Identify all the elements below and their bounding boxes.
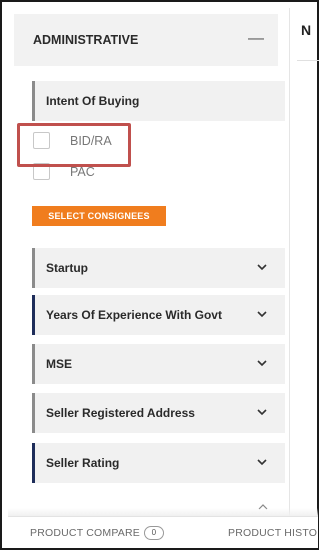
filter-label: Seller Registered Address (46, 406, 195, 420)
product-history-link[interactable]: PRODUCT HISTO (228, 517, 317, 549)
select-consignees-button[interactable]: SELECT CONSIGNEES (32, 206, 166, 226)
filter-years-of-experience[interactable]: Years Of Experience With Govt (32, 295, 285, 335)
intent-of-buying-label: Intent Of Buying (46, 94, 140, 108)
chevron-down-icon[interactable] (255, 356, 269, 370)
product-compare-link[interactable]: PRODUCT COMPARE 0 (30, 517, 164, 549)
product-history-label: PRODUCT HISTO (228, 527, 318, 539)
filter-startup[interactable]: Startup (32, 248, 285, 288)
chevron-down-icon[interactable] (255, 307, 269, 321)
annotation-highlight-box (17, 123, 131, 167)
filter-seller-registered-address[interactable]: Seller Registered Address (32, 393, 285, 433)
collapse-minus-icon[interactable]: — (248, 14, 264, 64)
filter-label: Years Of Experience With Govt (46, 308, 222, 322)
intent-of-buying-section[interactable]: Intent Of Buying (32, 81, 285, 121)
administrative-header[interactable]: ADMINISTRATIVE — (14, 14, 278, 66)
main-title-fragment: N (301, 22, 312, 38)
administrative-title: ADMINISTRATIVE (33, 33, 139, 47)
filter-mse[interactable]: MSE (32, 344, 285, 384)
product-compare-label: PRODUCT COMPARE (30, 527, 140, 539)
chevron-down-icon[interactable] (255, 405, 269, 419)
chevron-down-icon[interactable] (255, 260, 269, 274)
filter-seller-rating[interactable]: Seller Rating (32, 443, 285, 483)
bottom-bar: PRODUCT COMPARE 0 PRODUCT HISTO (8, 516, 318, 548)
chevron-down-icon[interactable] (255, 455, 269, 469)
filter-label: Startup (46, 261, 88, 275)
product-compare-count-badge: 0 (143, 526, 164, 541)
filter-label: Seller Rating (46, 456, 120, 470)
bottom-shadow (8, 508, 318, 516)
main-divider (297, 60, 319, 61)
filter-label: MSE (46, 357, 73, 371)
